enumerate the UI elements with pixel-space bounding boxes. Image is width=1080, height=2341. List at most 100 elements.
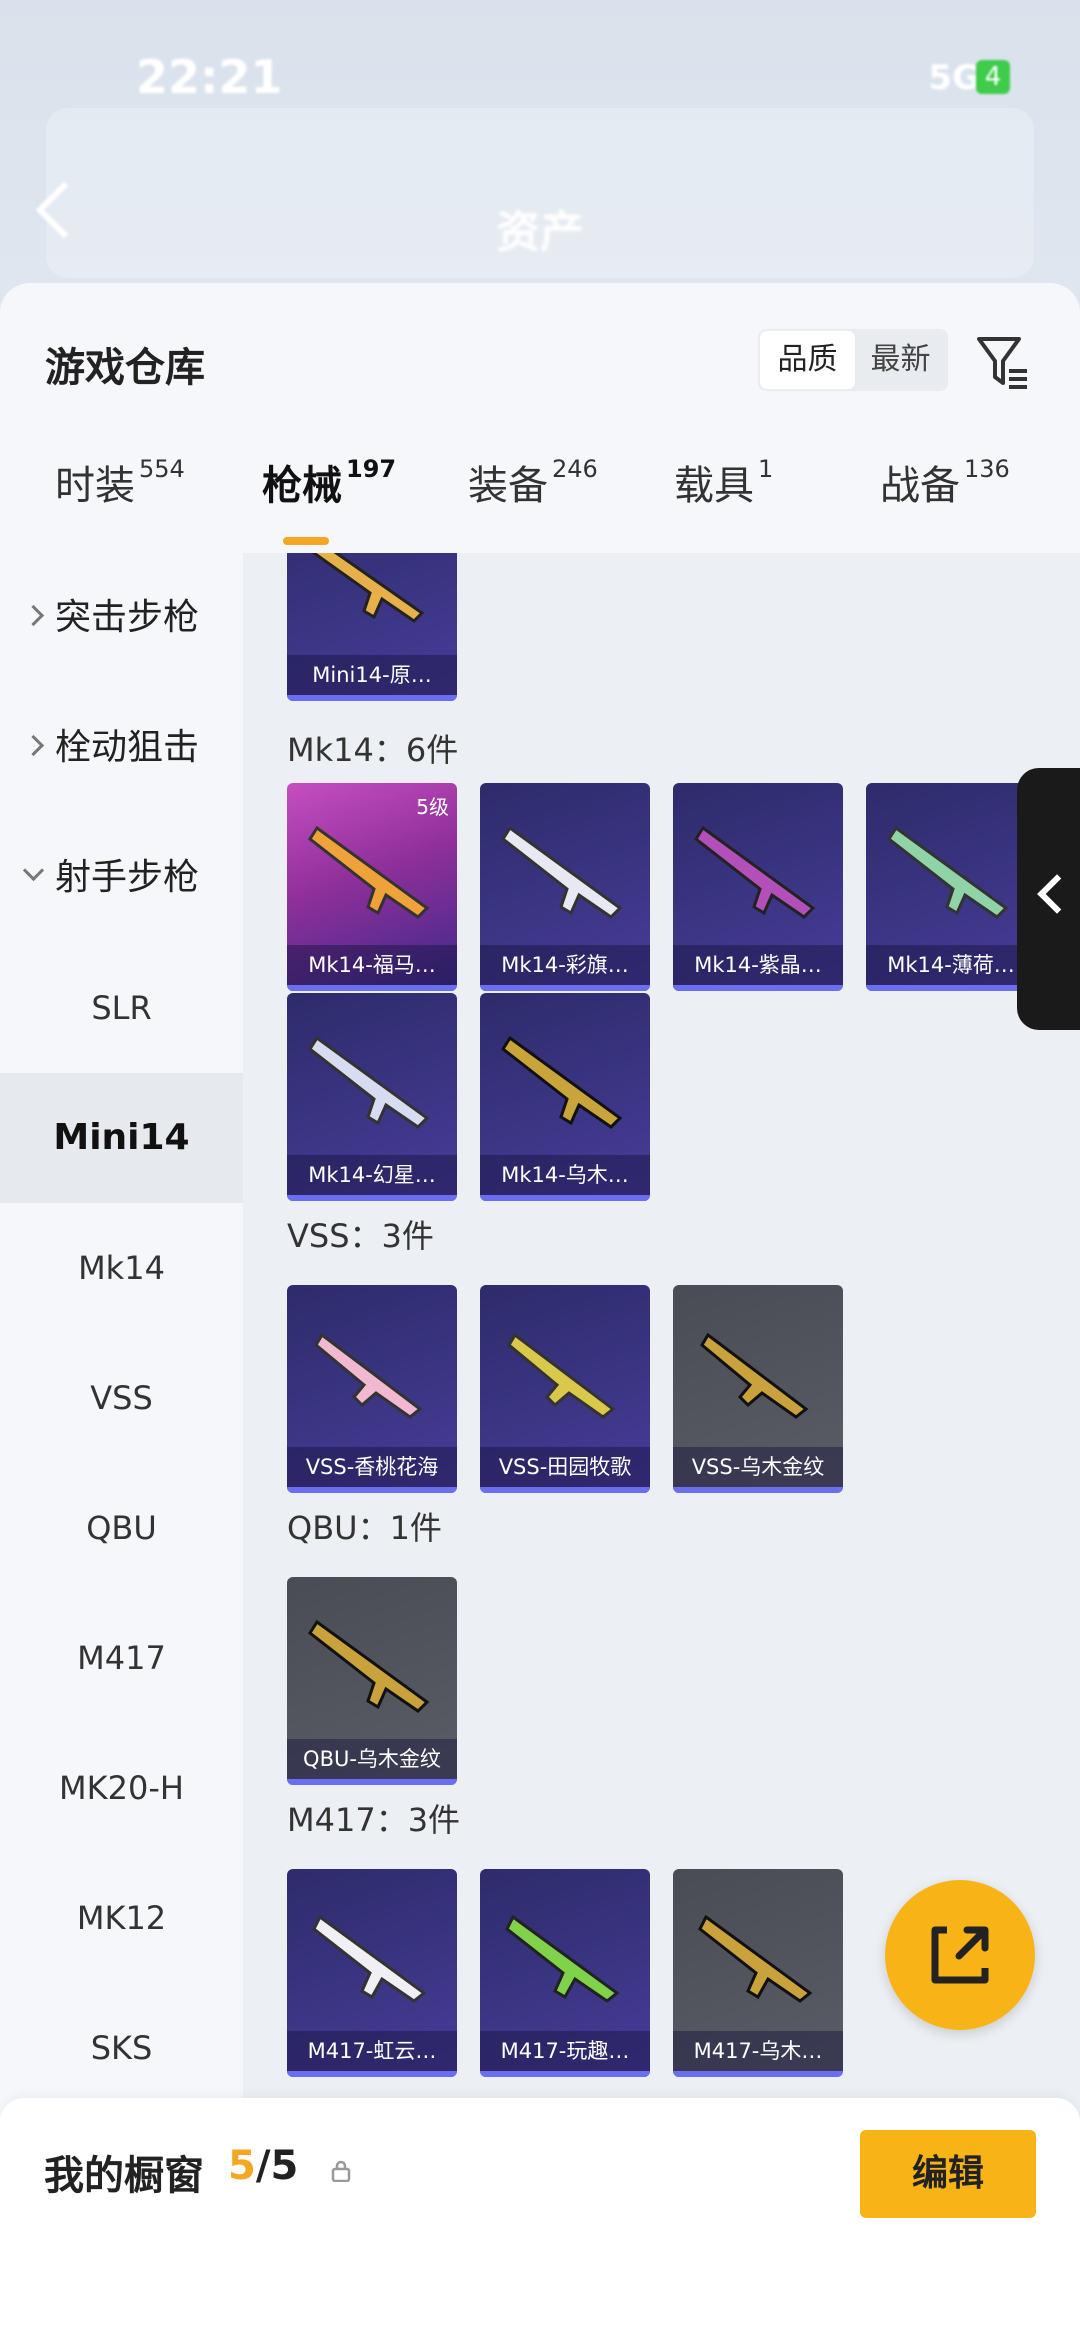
sidebar-category-bolt[interactable]: 栓动狙击 [0, 683, 243, 813]
weapon-card[interactable]: Mk14-乌木… [480, 993, 650, 1201]
rarity-bar [287, 1779, 457, 1785]
chevron-down-icon [22, 859, 45, 882]
group-label-vss: VSS：3件 [287, 1217, 434, 1255]
rarity-bar [287, 1487, 457, 1493]
weapon-card[interactable]: Mk14-幻星… [287, 993, 457, 1201]
sheet-header: 游戏仓库 品质 最新 时装 554 枪械 197 装备 246 载具 1 战备 136 [0, 283, 1080, 553]
rarity-bar [287, 695, 457, 701]
weapon-card[interactable]: VSS-田园牧歌 [480, 1285, 650, 1493]
rarity-bar [866, 985, 1036, 991]
sniper-icon [700, 1332, 809, 1419]
edit-button[interactable]: 编辑 [860, 2130, 1036, 2218]
weapon-card[interactable]: 5级 Mk14-福马… [287, 783, 457, 991]
sidebar-item-mk12[interactable]: MK12 [0, 1853, 243, 1983]
rifle-icon [308, 825, 430, 919]
weapon-card[interactable]: VSS-香桃花海 [287, 1285, 457, 1493]
sidebar-item-slr[interactable]: SLR [0, 943, 243, 1073]
rifle-icon [698, 1914, 813, 2003]
category-tabs: 时装 554 枪械 197 装备 246 载具 1 战备 136 [0, 453, 1080, 553]
rifle-icon [308, 1619, 430, 1713]
sidebar-category-marksman[interactable]: 射手步枪 [0, 813, 243, 943]
rifle-icon [308, 1035, 430, 1129]
share-button[interactable] [885, 1880, 1035, 2030]
weapon-card-label: VSS-田园牧歌 [480, 1447, 650, 1487]
active-tab-indicator [283, 537, 329, 545]
weapon-card-label: M417-虹云… [287, 2031, 457, 2071]
weapon-card-label: Mk14-紫晶… [673, 945, 843, 985]
weapon-sidebar: 突击步枪 栓动狙击 射手步枪 SLR Mini14 Mk14 VSS QBU M… [0, 553, 243, 2341]
showcase-title: 我的橱窗 [44, 2153, 204, 2199]
weapon-card-label: M417-乌木… [673, 2031, 843, 2071]
external-link-icon [931, 1926, 989, 1984]
tab-combat-gear[interactable]: 战备 136 [880, 453, 1010, 511]
lock-icon [331, 2160, 351, 2182]
rarity-bar [673, 1487, 843, 1493]
sort-toggle: 品质 最新 [758, 329, 948, 391]
group-label-m417: M417：3件 [287, 1801, 461, 1839]
weapon-card-label: VSS-乌木金纹 [673, 1447, 843, 1487]
tab-vehicles[interactable]: 载具 1 [674, 453, 773, 511]
weapon-card-label: Mk14-乌木… [480, 1155, 650, 1195]
rifle-icon [505, 1914, 620, 2003]
weapon-card-label: Mk14-福马… [287, 945, 457, 985]
weapon-card[interactable]: Mini14-原… [287, 553, 457, 701]
rarity-bar [673, 2071, 843, 2077]
filter-icon[interactable] [975, 331, 1031, 391]
rarity-bar [287, 985, 457, 991]
sidebar-item-vss[interactable]: VSS [0, 1333, 243, 1463]
weapon-card-label: VSS-香桃花海 [287, 1447, 457, 1487]
group-label-mk14: Mk14：6件 [287, 731, 459, 769]
weapon-card[interactable]: M417-乌木… [673, 1869, 843, 2077]
weapon-card[interactable]: M417-玩趣… [480, 1869, 650, 2077]
group-label-qbu: QBU：1件 [287, 1509, 442, 1547]
side-drawer-handle[interactable] [1017, 768, 1080, 1030]
rifle-icon [311, 553, 425, 623]
network-indicator: 5G [928, 58, 980, 98]
warehouse-sheet: 游戏仓库 品质 最新 时装 554 枪械 197 装备 246 载具 1 战备 136 突… [0, 283, 1080, 2341]
rifle-icon [312, 1914, 427, 2003]
rifle-icon [501, 825, 623, 919]
chevron-left-icon [1037, 874, 1077, 914]
tab-equipment[interactable]: 装备 246 [468, 453, 598, 511]
rifle-icon [887, 825, 1009, 919]
weapon-card[interactable]: VSS-乌木金纹 [673, 1285, 843, 1493]
sidebar-item-mk14[interactable]: Mk14 [0, 1203, 243, 1333]
weapon-card[interactable]: M417-虹云… [287, 1869, 457, 2077]
sidebar-item-sks[interactable]: SKS [0, 1983, 243, 2113]
weapon-card[interactable]: Mk14-彩旗… [480, 783, 650, 991]
chevron-right-icon [22, 734, 45, 757]
background-title: 资产 [496, 207, 584, 258]
sidebar-item-mini14[interactable]: Mini14 [0, 1073, 243, 1203]
rarity-bar [480, 985, 650, 991]
rifle-icon [694, 825, 816, 919]
sidebar-category-assault[interactable]: 突击步枪 [0, 553, 243, 683]
sidebar-category-label: 突击步枪 [55, 597, 200, 638]
weapon-card-label: Mini14-原… [287, 655, 457, 695]
rarity-bar [480, 1195, 650, 1201]
weapon-card-label: Mk14-幻星… [287, 1155, 457, 1195]
rarity-bar [480, 2071, 650, 2077]
sort-quality-button[interactable]: 品质 [760, 331, 855, 389]
rarity-bar [480, 1487, 650, 1493]
panel-title: 游戏仓库 [45, 345, 205, 391]
rarity-bar [287, 2071, 457, 2077]
sort-newest-button[interactable]: 最新 [853, 329, 948, 391]
showcase-footer: 我的橱窗 5/5 编辑 [0, 2098, 1080, 2341]
sidebar-item-qbu[interactable]: QBU [0, 1463, 243, 1593]
weapon-card[interactable]: QBU-乌木金纹 [287, 1577, 457, 1785]
sidebar-item-mk20h[interactable]: MK20-H [0, 1723, 243, 1853]
sidebar-category-label: 栓动狙击 [55, 727, 200, 768]
weapon-card[interactable]: Mk14-薄荷… [866, 783, 1036, 991]
sidebar-item-m417[interactable]: M417 [0, 1593, 243, 1723]
weapon-card-label: QBU-乌木金纹 [287, 1739, 457, 1779]
showcase-count: 5/5 [228, 2143, 299, 2189]
background-page: 22:21 5G 4 资产 [0, 0, 1080, 300]
tab-weapons[interactable]: 枪械 197 [262, 453, 396, 511]
weapon-card[interactable]: Mk14-紫晶… [673, 783, 843, 991]
battery-icon: 4 [976, 60, 1010, 94]
chevron-right-icon [22, 604, 45, 627]
weapon-card-label: Mk14-彩旗… [480, 945, 650, 985]
weapon-card-label: Mk14-薄荷… [866, 945, 1036, 985]
tab-fashion[interactable]: 时装 554 [55, 453, 185, 511]
weapon-card-label: M417-玩趣… [480, 2031, 650, 2071]
